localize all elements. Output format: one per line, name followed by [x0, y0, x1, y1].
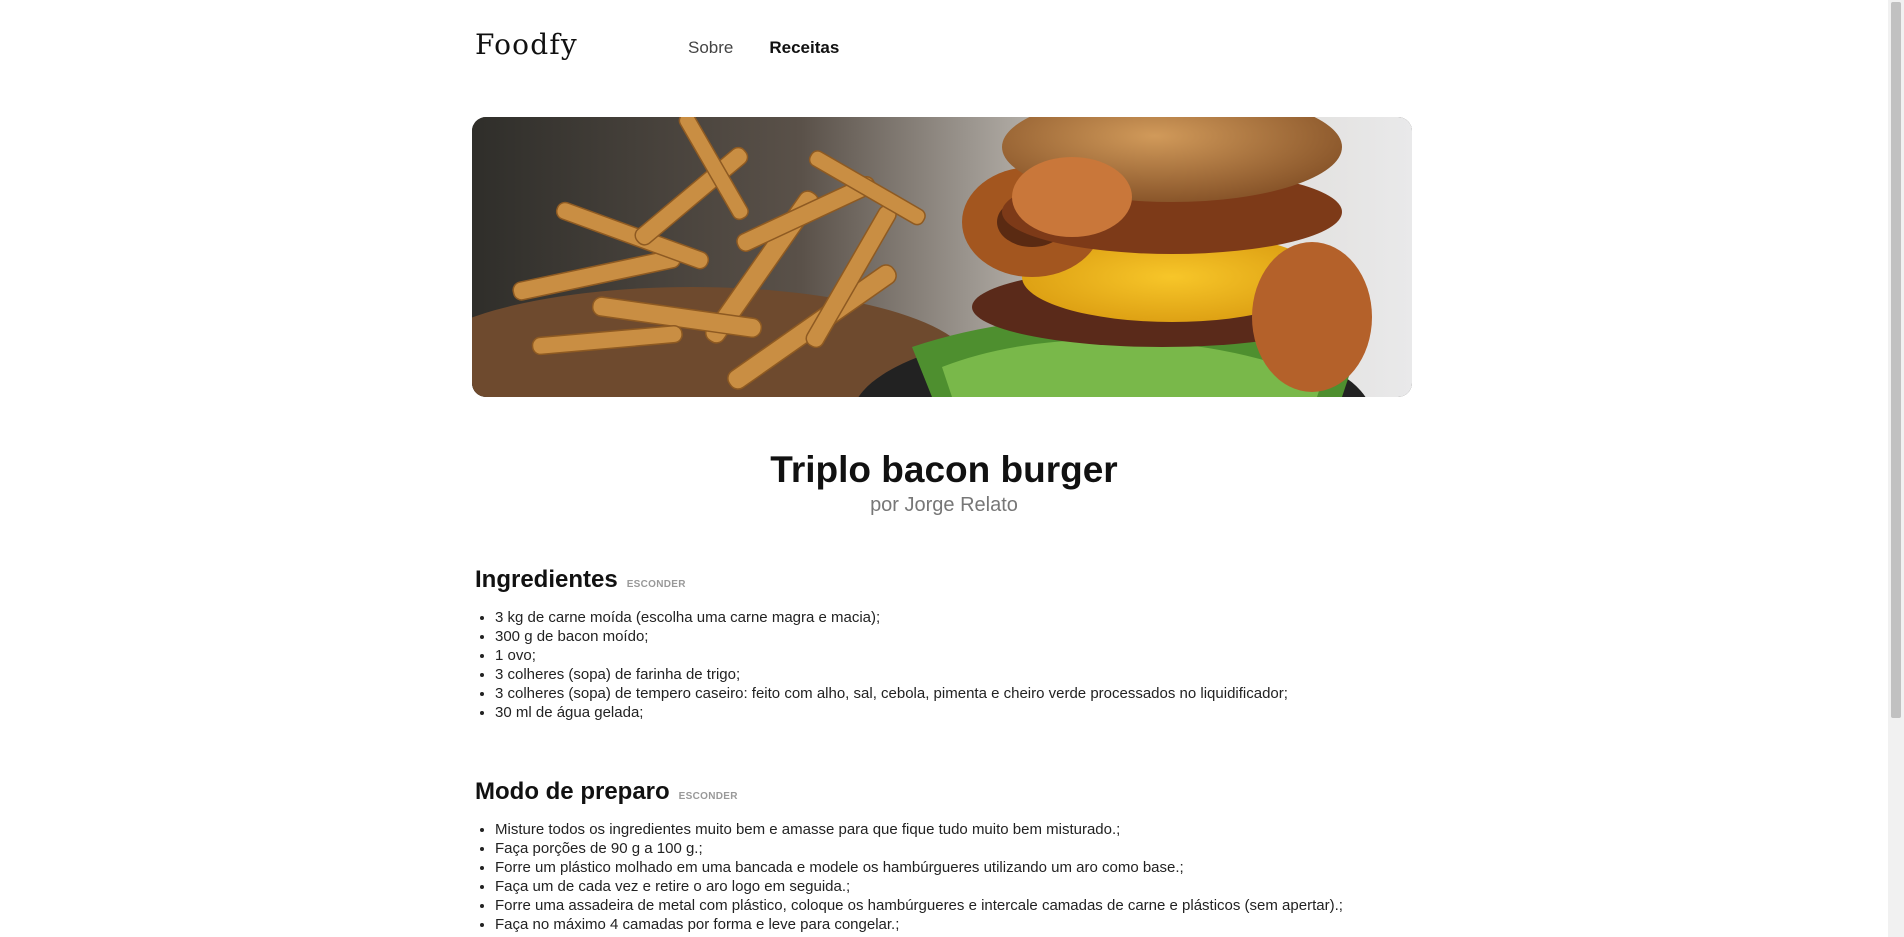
logo[interactable]: Foodfy	[475, 28, 578, 61]
preparation-step: Faça porções de 90 g a 100 g.;	[495, 839, 1475, 858]
preparation-step: Faça um de cada vez e retire o aro logo …	[495, 877, 1475, 896]
scrollbar-thumb[interactable]	[1891, 2, 1901, 718]
recipe-hero-image	[472, 117, 1412, 397]
nav-link-sobre[interactable]: Sobre	[688, 38, 733, 58]
preparation-step: Forre uma assadeira de metal com plástic…	[495, 896, 1475, 915]
preparation-heading: Modo de preparo	[475, 778, 670, 805]
ingredient-item: 300 g de bacon moído;	[495, 627, 1475, 646]
main-nav: Sobre Receitas	[688, 38, 839, 58]
ingredients-list: 3 kg de carne moída (escolha uma carne m…	[475, 608, 1475, 722]
preparation-list: Misture todos os ingredientes muito bem …	[475, 820, 1475, 934]
preparation-step: Misture todos os ingredientes muito bem …	[495, 820, 1475, 839]
ingredient-item: 3 colheres (sopa) de farinha de trigo;	[495, 665, 1475, 684]
preparation-toggle-button[interactable]: ESCONDER	[679, 791, 738, 802]
site-header: Foodfy Sobre Receitas	[0, 0, 1888, 96]
preparation-step: Faça no máximo 4 camadas por forma e lev…	[495, 915, 1475, 934]
ingredient-item: 30 ml de água gelada;	[495, 703, 1475, 722]
ingredient-item: 3 kg de carne moída (escolha uma carne m…	[495, 608, 1475, 627]
ingredient-item: 1 ovo;	[495, 646, 1475, 665]
preparation-section: Modo de preparo ESCONDER Misture todos o…	[475, 778, 1475, 934]
ingredients-heading: Ingredientes	[475, 566, 618, 593]
recipe-author: por Jorge Relato	[870, 494, 1018, 516]
vertical-scrollbar[interactable]	[1888, 0, 1904, 937]
recipe-title: Triplo bacon burger	[770, 449, 1118, 490]
preparation-step: Forre um plástico molhado em uma bancada…	[495, 858, 1475, 877]
ingredients-toggle-button[interactable]: ESCONDER	[627, 579, 686, 590]
page: Foodfy Sobre Receitas Triplo bacon burge…	[0, 0, 1904, 937]
ingredient-item: 3 colheres (sopa) de tempero caseiro: fe…	[495, 684, 1475, 703]
ingredients-section: Ingredientes ESCONDER 3 kg de carne moíd…	[475, 566, 1475, 722]
nav-link-receitas[interactable]: Receitas	[769, 38, 839, 58]
